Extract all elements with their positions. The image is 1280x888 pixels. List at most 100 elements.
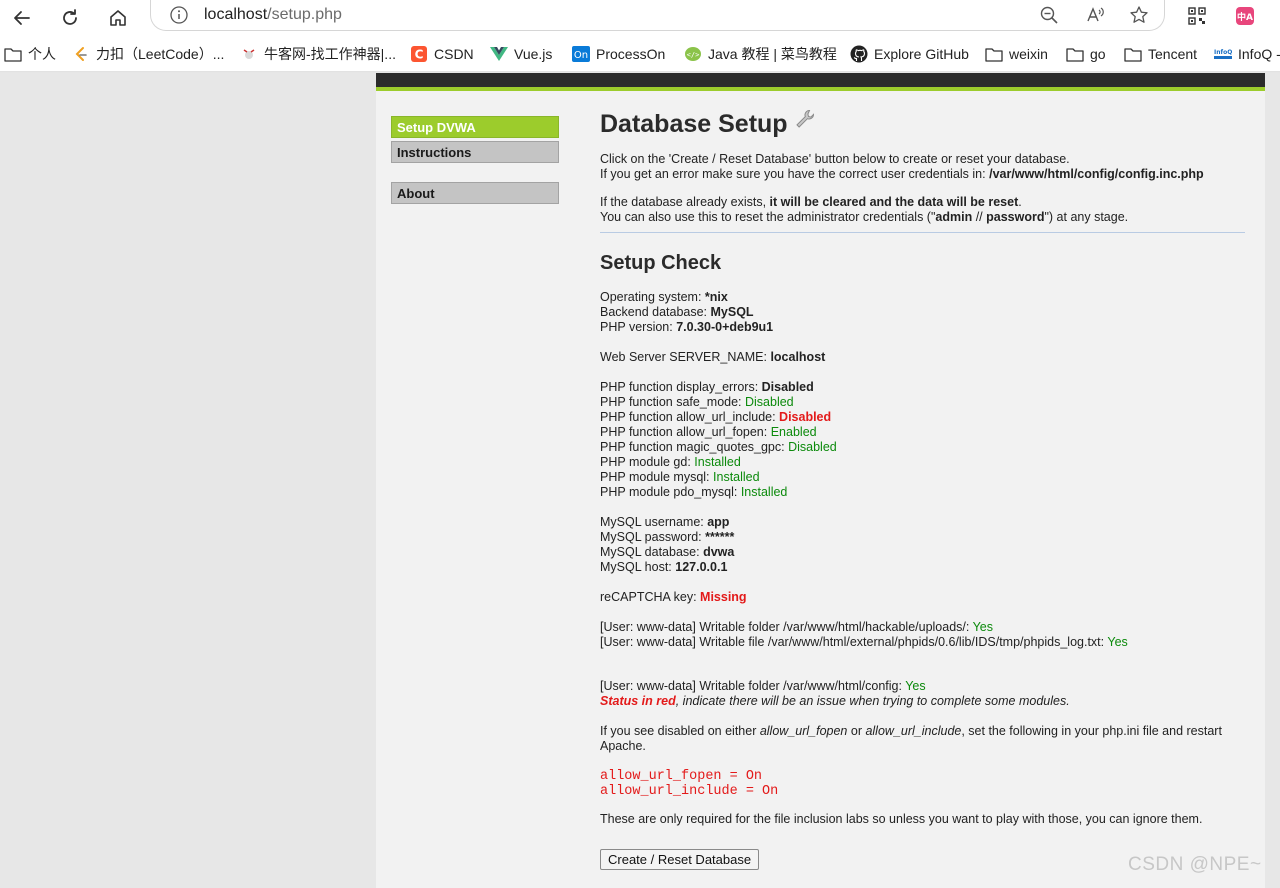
bookmark-label: 力扣（LeetCode）... [96, 46, 225, 62]
writable-value: Yes [905, 679, 926, 693]
php-check-label: PHP module mysql: [600, 470, 714, 484]
instr-or: or [847, 724, 866, 738]
php-check-value: Disabled [745, 395, 794, 409]
bookmark-label: weixin [1009, 46, 1048, 62]
writable-text: [User: www-data] Writable file /var/www/… [600, 635, 1108, 649]
php-check-label: PHP function allow_url_fopen: [600, 425, 771, 439]
mysql-label: MySQL username: [600, 515, 708, 529]
create-reset-database-button[interactable]: Create / Reset Database [600, 849, 760, 870]
back-icon[interactable] [8, 4, 36, 32]
url-text[interactable]: localhost/setup.php [204, 6, 342, 24]
read-aloud-icon[interactable] [1084, 4, 1106, 26]
php-check-label: PHP module gd: [600, 455, 695, 469]
translate-extension-icon[interactable]: 中A [1234, 5, 1256, 27]
github-icon [850, 45, 868, 63]
instr-fopen: allow_url_fopen [759, 724, 848, 738]
site-info-icon[interactable] [169, 5, 189, 30]
svg-text:On: On [574, 50, 588, 61]
url-path: /setup.php [267, 6, 342, 23]
php-check-row: PHP function display_errors: Disabled [600, 380, 1250, 395]
runoob-icon: </> [684, 46, 702, 62]
bookmark-processon[interactable]: On ProcessOn [572, 45, 665, 63]
status-note: Status in red, indicate there will be an… [600, 694, 1250, 709]
labs-note: These are only required for the file inc… [600, 812, 1203, 826]
reset-sep: // [972, 210, 987, 224]
browser-toolbar: localhost/setup.php 中A [0, 0, 1280, 36]
php-ini-instructions: If you see disabled on either allow_url_… [600, 724, 1250, 754]
bookmark-leetcode[interactable]: 力扣（LeetCode）... [72, 45, 224, 63]
qr-code-icon[interactable] [1186, 5, 1208, 27]
csdn-icon: C [410, 46, 428, 62]
exists-bold: it will be cleared and the data will be … [769, 195, 1019, 209]
server-name-row: Web Server SERVER_NAME: localhost [600, 350, 1250, 365]
bookmark-label: Explore GitHub [874, 46, 969, 62]
bookmark-github[interactable]: Explore GitHub [850, 45, 969, 63]
php-check-row: PHP function allow_url_include: Disabled [600, 410, 1250, 425]
bookmark-folder-go[interactable]: go [1066, 45, 1106, 63]
admin-username: admin [935, 210, 973, 224]
bookmark-runoob-java[interactable]: </> Java 教程 | 菜鸟教程 [684, 45, 837, 63]
recaptcha-label: reCAPTCHA key: [600, 590, 701, 604]
bookmark-label: Tencent [1148, 46, 1198, 62]
zoom-out-icon[interactable] [1038, 4, 1060, 26]
php-check-label: PHP function safe_mode: [600, 395, 745, 409]
folder-icon [1066, 46, 1084, 62]
folder-icon [1124, 46, 1142, 62]
bookmark-csdn[interactable]: C CSDN [410, 45, 474, 63]
bookmark-folder-personal[interactable]: 个人 [4, 45, 56, 63]
mysql-value: dvwa [703, 545, 735, 559]
php-check-row: PHP module gd: Installed [600, 455, 1250, 470]
php-check-value: Disabled [779, 410, 832, 424]
mysql-row: MySQL host: 127.0.0.1 [600, 560, 1250, 575]
server-label: Web Server SERVER_NAME: [600, 350, 771, 364]
page-left-margin [0, 73, 376, 888]
address-bar[interactable]: localhost/setup.php [150, 0, 1165, 31]
bookmark-label: Java 教程 | 菜鸟教程 [708, 46, 837, 62]
instr-include: allow_url_include [865, 724, 962, 738]
admin-password: password [986, 210, 1045, 224]
page-title-text: Database Setup [600, 110, 788, 138]
php-version-row: PHP version: 7.0.30-0+deb9u1 [600, 320, 1250, 335]
intro-line-2-text: If you get an error make sure you have t… [600, 167, 990, 181]
infoq-icon: InfoQ [1214, 46, 1232, 62]
writable-config-row: [User: www-data] Writable folder /var/ww… [600, 679, 1250, 694]
mysql-label: MySQL host: [600, 560, 676, 574]
svg-text:C: C [415, 48, 424, 62]
writable-text: [User: www-data] Writable folder /var/ww… [600, 620, 973, 634]
recaptcha-value: Missing [700, 590, 747, 604]
bookmark-label: go [1090, 46, 1106, 62]
bookmark-infoq[interactable]: InfoQ InfoQ - [1214, 45, 1280, 63]
reload-icon[interactable] [56, 4, 84, 32]
sidebar-item-instructions[interactable]: Instructions [391, 141, 559, 163]
php-ini-code: allow_url_fopen = On allow_url_include =… [600, 769, 1250, 799]
folder-icon [4, 46, 22, 62]
vue-icon [490, 46, 508, 62]
php-check-row: PHP function allow_url_fopen: Enabled [600, 425, 1250, 440]
php-checks: PHP function display_errors: Disabled PH… [600, 380, 1250, 500]
php-label: PHP version: [600, 320, 677, 334]
sidebar-item-about[interactable]: About [391, 182, 559, 204]
favorite-star-icon[interactable] [1128, 4, 1150, 26]
reset-credentials-line: You can also use this to reset the admin… [600, 210, 1250, 225]
mysql-label: MySQL password: [600, 530, 706, 544]
bookmark-label: 个人 [28, 46, 56, 62]
section-divider [600, 232, 1245, 233]
writable-phpids-row: [User: www-data] Writable file /var/www/… [600, 635, 1250, 650]
mysql-label: MySQL database: [600, 545, 704, 559]
home-icon[interactable] [104, 4, 132, 32]
bookmark-label: Vue.js [514, 46, 553, 62]
php-value: 7.0.30-0+deb9u1 [676, 320, 774, 334]
mysql-value: ****** [705, 530, 735, 544]
page-right-margin [1265, 73, 1280, 888]
intro-paragraph: Click on the 'Create / Reset Database' b… [600, 152, 1250, 182]
bookmark-folder-tencent[interactable]: Tencent [1124, 45, 1197, 63]
bookmark-folder-weixin[interactable]: weixin [985, 45, 1048, 63]
php-check-value: Disabled [788, 440, 837, 454]
php-check-label: PHP function allow_url_include: [600, 410, 780, 424]
bookmark-nowcoder[interactable]: 牛客网-找工作神器|... [240, 45, 396, 63]
reset-text: You can also use this to reset the admin… [600, 210, 936, 224]
processon-icon: On [572, 46, 590, 62]
sidebar-item-setup-dvwa[interactable]: Setup DVWA [391, 116, 559, 138]
bookmark-vuejs[interactable]: Vue.js [490, 45, 552, 63]
bookmarks-bar: 个人 力扣（LeetCode）... 牛客网-找工作神器|... C CSDN … [0, 36, 1280, 72]
